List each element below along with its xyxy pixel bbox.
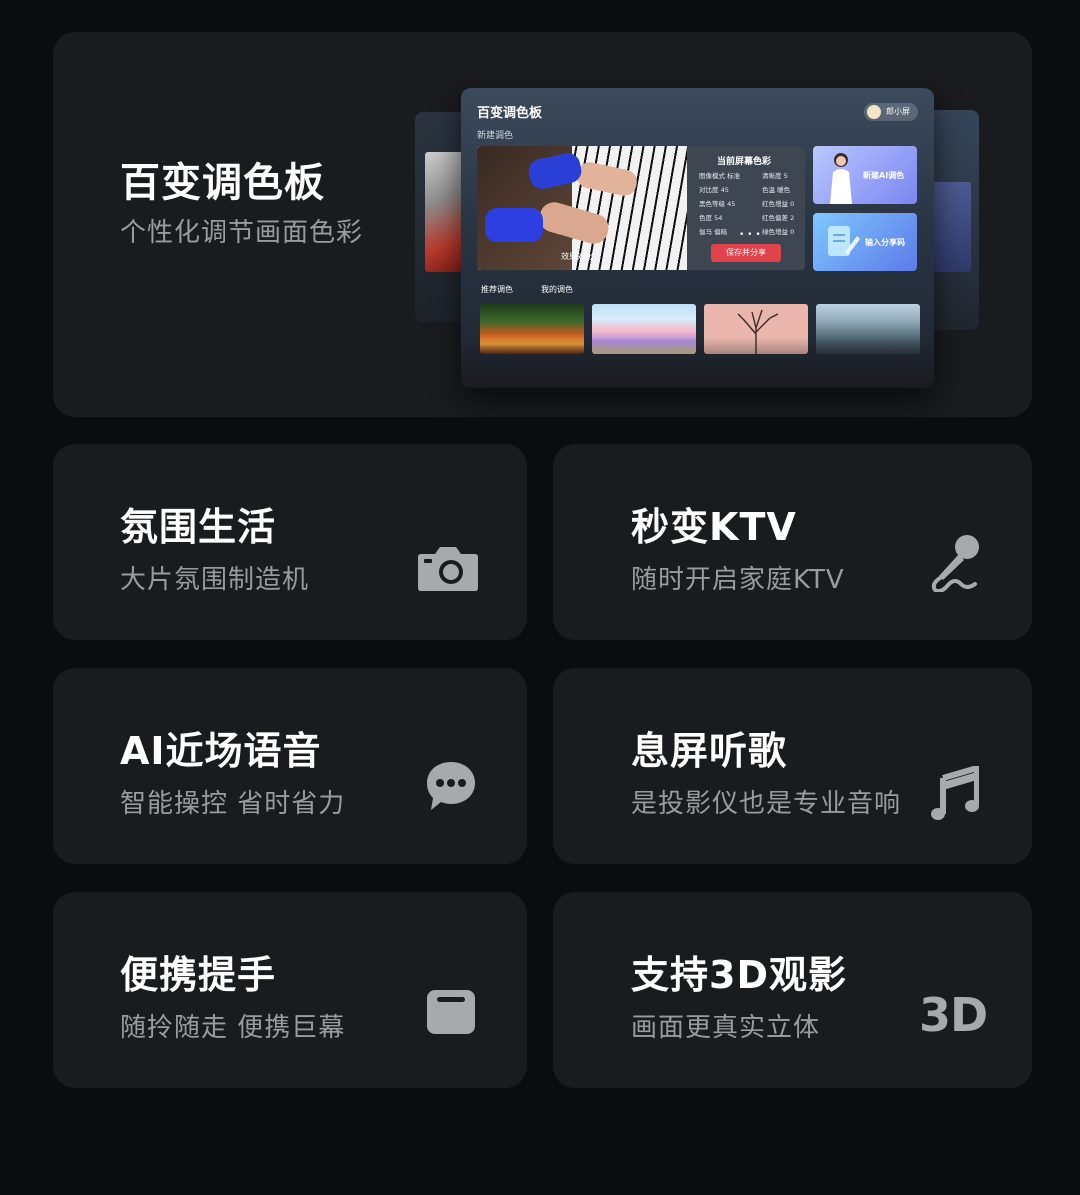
feature-title: 秒变KTV [631, 505, 797, 549]
mockup-stat: 红色偏差 2 [762, 214, 795, 222]
mockup-tab-mine: 我的调色 [541, 285, 573, 294]
camera-icon [418, 547, 478, 591]
mockup-ai-tile-label: 新建AI调色 [863, 171, 905, 180]
mockup-stat: 色温 暖色 [762, 186, 791, 194]
mockup-stat: 绿色增益 0 [762, 228, 795, 236]
person-illustration-icon [830, 153, 852, 204]
mockup-tab-recommended: 推荐调色 [481, 285, 513, 294]
chat-bubble-icon [427, 762, 475, 810]
hero-card: 百变调色板 个性化调节画面色彩 百变调色板 郎小屏 新建调色 效果对比 当前屏幕… [53, 32, 1032, 417]
3d-icon: 3D [919, 988, 988, 1042]
feature-title: 支持3D观影 [631, 953, 847, 997]
palette-app-mockup: 百变调色板 郎小屏 新建调色 效果对比 当前屏幕色彩 图像模式 标准 清晰度 5… [461, 88, 934, 388]
mockup-back-image-left [425, 152, 465, 272]
sleeve-image [485, 208, 543, 242]
mockup-user-name: 郎小屏 [886, 107, 910, 116]
feature-subtitle: 智能操控 省时省力 [120, 789, 346, 819]
mockup-ai-tile: 新建AI调色 [813, 146, 917, 204]
mockup-stat: 色度 54 [699, 214, 723, 222]
mockup-stat: 图像模式 标准 [699, 172, 741, 180]
feature-subtitle: 随时开启家庭KTV [631, 565, 845, 595]
mockup-stat: 清晰度 5 [762, 172, 788, 180]
mockup-back-image-right [931, 182, 971, 272]
mockup-compare-label: 效果对比 [561, 252, 593, 261]
mockup-code-tile-label: 输入分享码 [865, 238, 905, 247]
feature-title: 息屏听歌 [631, 729, 788, 773]
mockup-panel-title: 当前屏幕色彩 [717, 157, 772, 167]
mockup-preview-panel: 效果对比 当前屏幕色彩 图像模式 标准 清晰度 5 对比度 45 色温 暖色 黑… [477, 146, 805, 270]
document-edit-icon [828, 226, 860, 256]
feature-subtitle: 随拎随走 便携巨幕 [120, 1013, 346, 1043]
mockup-title: 百变调色板 [477, 106, 543, 121]
handle-icon [427, 990, 475, 1034]
hero-title: 百变调色板 [120, 160, 325, 206]
mockup-stat: 伽马 偏暗 [699, 228, 728, 236]
feature-title: AI近场语音 [120, 729, 322, 773]
mockup-code-tile: 输入分享码 [813, 213, 917, 271]
feature-card-3d: 支持3D观影 画面更真实立体 3D [553, 892, 1032, 1088]
feature-card-ambience: 氛围生活 大片氛围制造机 [53, 444, 527, 640]
mockup-stat: 黑色等级 45 [699, 200, 736, 208]
mockup-stat: 红色增益 0 [762, 200, 795, 208]
feature-subtitle: 是投影仪也是专业音响 [631, 789, 902, 819]
feature-card-music: 息屏听歌 是投影仪也是专业音响 [553, 668, 1032, 864]
microphone-icon [931, 535, 979, 592]
feature-subtitle: 画面更真实立体 [631, 1013, 821, 1043]
feature-card-handle: 便携提手 随拎随走 便携巨幕 [53, 892, 527, 1088]
feature-card-ktv: 秒变KTV 随时开启家庭KTV [553, 444, 1032, 640]
mockup-more-dots: • • • [739, 230, 761, 240]
user-avatar [867, 105, 881, 119]
feature-card-voice: AI近场语音 智能操控 省时省力 [53, 668, 527, 864]
mockup-stat: 对比度 45 [699, 186, 729, 194]
mockup-new-label: 新建调色 [477, 131, 514, 141]
feature-title: 便携提手 [120, 953, 277, 997]
music-note-icon [931, 766, 979, 820]
feature-subtitle: 大片氛围制造机 [120, 565, 310, 595]
mockup-user-chip: 郎小屏 [864, 103, 918, 121]
feature-title: 氛围生活 [120, 505, 277, 549]
hero-subtitle: 个性化调节画面色彩 [120, 218, 364, 248]
mockup-bottom-fade [461, 338, 934, 388]
mockup-save-share-button: 保存并分享 [711, 244, 781, 262]
